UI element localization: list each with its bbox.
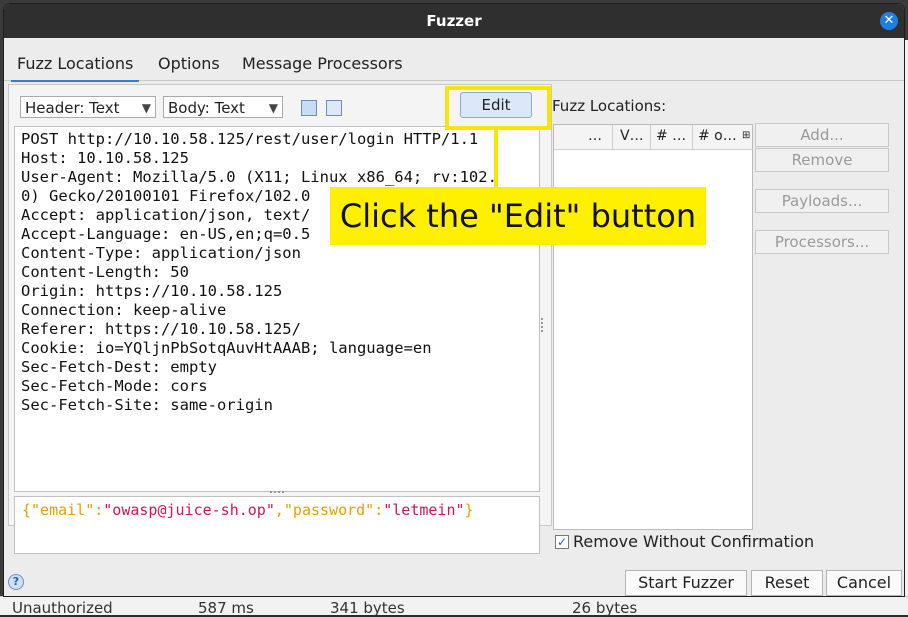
json-value: "owasp@juice-sh.op"	[103, 501, 275, 519]
request-line: Cookie: io=YQljnPbSotqAuvHtAAAB; languag…	[21, 339, 432, 357]
json-value: "letmein"	[383, 501, 465, 519]
header-view-select[interactable]: Header: Text ▼	[20, 96, 156, 118]
json-colon: :	[94, 501, 104, 519]
json-body: {"email":"owasp@juice-sh.op","password":…	[22, 501, 474, 519]
header-view-value: Header: Text	[25, 99, 120, 117]
column-divider	[692, 125, 693, 149]
column-header[interactable]: # o…	[698, 128, 737, 144]
request-line: Content-Type: application/json	[21, 244, 301, 262]
remove-without-confirmation-label[interactable]: Remove Without Confirmation	[573, 532, 814, 551]
request-header-text[interactable]: POST http://10.10.58.125/rest/user/login…	[14, 126, 540, 492]
remove-button[interactable]: Remove	[755, 148, 889, 172]
request-line: Origin: https://10.10.58.125	[21, 282, 283, 300]
column-header[interactable]: # …	[656, 128, 686, 144]
bg-time: 587 ms	[198, 599, 254, 617]
bg-status: Unauthorized	[12, 599, 113, 617]
request-line: Referer: https://10.10.58.125/	[21, 320, 301, 338]
request-line: Host: 10.10.58.125	[21, 149, 189, 167]
close-icon[interactable]: ✕	[880, 12, 898, 30]
remove-without-confirmation-checkbox[interactable]: ✓	[555, 535, 569, 549]
column-divider	[650, 125, 651, 149]
bg-size-2: 26 bytes	[572, 599, 638, 617]
request-line: Connection: keep-alive	[21, 301, 227, 319]
instruction-callout: Click the "Edit" button	[330, 187, 706, 245]
json-colon: :	[374, 501, 384, 519]
column-header[interactable]: …	[588, 128, 602, 144]
fuzz-locations-table[interactable]: … V… # … # o… ⊞	[553, 124, 753, 530]
json-key: "password"	[283, 501, 375, 519]
tab-bar: Fuzz Locations Options Message Processor…	[4, 44, 904, 82]
json-key: "email"	[31, 501, 95, 519]
column-divider	[612, 125, 613, 149]
background-results-row: Unauthorized 587 ms 341 bytes 26 bytes	[0, 596, 908, 617]
help-icon[interactable]: ?	[8, 574, 24, 590]
request-line: Accept-Language: en-US,en;q=0.5	[21, 225, 311, 243]
add-button[interactable]: Add...	[755, 123, 889, 147]
tab-fuzz-locations[interactable]: Fuzz Locations	[10, 54, 140, 82]
request-line: Sec-Fetch-Site: same-origin	[21, 396, 273, 414]
window-title: Fuzzer	[426, 12, 482, 30]
callout-connector	[494, 130, 498, 188]
payloads-button[interactable]: Payloads...	[755, 189, 889, 213]
edit-highlight-box	[445, 86, 551, 130]
body-view-value: Body: Text	[168, 99, 245, 117]
split-vertical-icon[interactable]	[326, 100, 342, 116]
chevron-down-icon: ▼	[141, 101, 151, 115]
request-line: Content-Length: 50	[21, 263, 189, 281]
json-brace: {	[22, 501, 32, 519]
reset-button[interactable]: Reset	[751, 570, 823, 596]
tab-message-processors[interactable]: Message Processors	[242, 54, 403, 73]
table-header: … V… # … # o… ⊞	[554, 125, 752, 150]
column-header[interactable]: V…	[620, 128, 644, 144]
request-body-text[interactable]: {"email":"owasp@juice-sh.op","password":…	[14, 496, 540, 554]
request-line: Accept: application/json, text/	[21, 206, 311, 224]
request-line: 0) Gecko/20100101 Firefox/102.0	[21, 187, 311, 205]
start-fuzzer-button[interactable]: Start Fuzzer	[625, 570, 747, 596]
chevron-down-icon: ▼	[268, 101, 278, 115]
body-view-select[interactable]: Body: Text ▼	[163, 96, 283, 118]
column-chooser-icon[interactable]: ⊞	[742, 130, 750, 141]
fuzz-locations-label: Fuzz Locations:	[552, 97, 667, 115]
title-bar: Fuzzer ✕	[4, 4, 904, 38]
request-line: Sec-Fetch-Dest: empty	[21, 358, 217, 376]
request-line: POST http://10.10.58.125/rest/user/login…	[21, 130, 479, 148]
split-horizontal-icon[interactable]	[301, 100, 317, 116]
tab-options[interactable]: Options	[158, 54, 220, 73]
json-comma: ,	[274, 501, 284, 519]
request-line: Sec-Fetch-Mode: cors	[21, 377, 208, 395]
bg-size: 341 bytes	[330, 599, 405, 617]
cancel-button[interactable]: Cancel	[826, 570, 902, 596]
processors-button[interactable]: Processors...	[755, 230, 889, 254]
vertical-splitter-handle[interactable]	[541, 318, 547, 332]
request-line: User-Agent: Mozilla/5.0 (X11; Linux x86_…	[21, 168, 497, 186]
json-brace: }	[464, 501, 474, 519]
